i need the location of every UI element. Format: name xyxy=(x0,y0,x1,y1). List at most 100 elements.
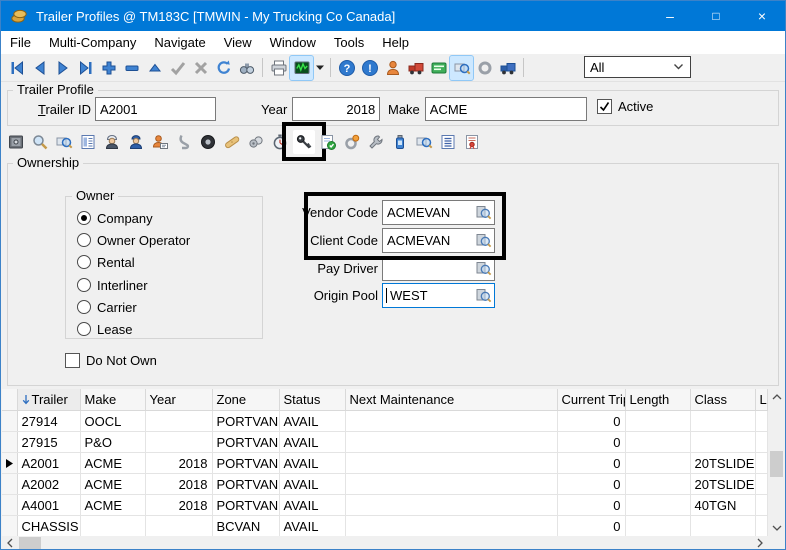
radio-carrier[interactable]: Carrier xyxy=(77,299,137,315)
radio-owner-operator-circle[interactable] xyxy=(77,233,91,247)
key-icon[interactable] xyxy=(293,130,315,154)
cell-current-trip[interactable]: 0 xyxy=(557,453,625,474)
minimize-button[interactable]: – xyxy=(647,1,693,31)
trailer-id-input[interactable] xyxy=(95,97,216,121)
driver-person-icon[interactable] xyxy=(381,56,404,80)
system-monitor-icon[interactable] xyxy=(290,56,313,80)
vertical-scroll-thumb[interactable] xyxy=(770,451,783,477)
add-record-icon[interactable] xyxy=(97,56,120,80)
cell-year[interactable]: 2018 xyxy=(145,495,212,516)
menu-item-tools[interactable]: Tools xyxy=(325,32,373,53)
cell-next-maintenance[interactable] xyxy=(345,411,557,432)
cell-zone[interactable]: BCVAN xyxy=(212,516,279,537)
cell-length[interactable] xyxy=(625,495,690,516)
safe-icon[interactable] xyxy=(5,130,27,154)
cell-next-maintenance[interactable] xyxy=(345,453,557,474)
cell-trailer[interactable]: 27914 xyxy=(17,411,80,432)
cell-year[interactable]: 2018 xyxy=(145,453,212,474)
grid-row-27914[interactable]: 27914OOCLPORTVANAVAIL0 xyxy=(2,411,767,432)
radio-rental[interactable]: Rental xyxy=(77,254,135,270)
seat-hook-icon[interactable] xyxy=(173,130,195,154)
radio-rental-circle[interactable] xyxy=(77,255,91,269)
radio-interliner-circle[interactable] xyxy=(77,278,91,292)
cancel-x-icon[interactable] xyxy=(189,56,212,80)
cell-current-trip[interactable]: 0 xyxy=(557,411,625,432)
column-header-year[interactable]: Year xyxy=(145,389,212,411)
cell-make[interactable]: ACME xyxy=(80,474,145,495)
close-button[interactable]: × xyxy=(739,1,785,31)
make-input[interactable] xyxy=(425,97,587,121)
tractor-truck-icon[interactable] xyxy=(404,56,427,80)
menu-item-navigate[interactable]: Navigate xyxy=(145,32,214,53)
pilot-person-icon[interactable] xyxy=(101,130,123,154)
cell-make[interactable] xyxy=(80,516,145,537)
cell-year[interactable] xyxy=(145,432,212,453)
cell-make[interactable]: ACME xyxy=(80,495,145,516)
cell-status[interactable]: AVAIL xyxy=(279,495,345,516)
cell-year[interactable] xyxy=(145,411,212,432)
column-header-status[interactable]: Status xyxy=(279,389,345,411)
cell-trailer[interactable]: CHASSIS xyxy=(17,516,80,537)
cell-status[interactable]: AVAIL xyxy=(279,411,345,432)
cell-status[interactable]: AVAIL xyxy=(279,474,345,495)
menu-item-view[interactable]: View xyxy=(215,32,261,53)
list-report-icon[interactable] xyxy=(437,130,459,154)
year-input[interactable] xyxy=(292,97,380,121)
certificate-icon[interactable] xyxy=(461,130,483,154)
cell-year[interactable]: 2018 xyxy=(145,474,212,495)
cell-class[interactable]: 40TGN xyxy=(690,495,755,516)
cell-l[interactable] xyxy=(755,474,767,495)
radio-company[interactable]: Company xyxy=(77,210,153,226)
cell-current-trip[interactable]: 0 xyxy=(557,474,625,495)
cell-current-trip[interactable]: 0 xyxy=(557,432,625,453)
cell-current-trip[interactable]: 0 xyxy=(557,516,625,537)
nav-last-icon[interactable] xyxy=(74,56,97,80)
cell-make[interactable]: ACME xyxy=(80,453,145,474)
cell-length[interactable] xyxy=(625,516,690,537)
horizontal-scroll-thumb[interactable] xyxy=(19,537,41,549)
menu-item-help[interactable]: Help xyxy=(373,32,418,53)
do-not-own-checkbox[interactable] xyxy=(65,353,80,368)
radio-lease[interactable]: Lease xyxy=(77,321,132,337)
grid-row-a2002[interactable]: A2002ACME2018PORTVANAVAIL020TSLIDE xyxy=(2,474,767,495)
cell-length[interactable] xyxy=(625,432,690,453)
cell-year[interactable] xyxy=(145,516,212,537)
maximize-button[interactable]: □ xyxy=(693,1,739,31)
find-binoculars-icon[interactable] xyxy=(235,56,258,80)
horizontal-scrollbar[interactable] xyxy=(2,536,768,550)
grid-row-a2001[interactable]: A2001ACME2018PORTVANAVAIL020TSLIDE xyxy=(2,453,767,474)
about-alert-icon[interactable]: ! xyxy=(358,56,381,80)
radio-lease-circle[interactable] xyxy=(77,322,91,336)
radio-interliner[interactable]: Interliner xyxy=(77,277,148,293)
menu-item-multi-company[interactable]: Multi-Company xyxy=(40,32,145,53)
trailer-lookup-icon[interactable] xyxy=(450,56,473,80)
trailer-lookup-icon[interactable] xyxy=(53,130,75,154)
column-header-current-trip[interactable]: Current Trip xyxy=(557,389,625,411)
dropdown-caret-icon[interactable] xyxy=(313,56,326,80)
cell-zone[interactable]: PORTVAN xyxy=(212,495,279,516)
origin-pool-lookup-icon[interactable] xyxy=(475,287,492,304)
cell-next-maintenance[interactable] xyxy=(345,432,557,453)
cell-status[interactable]: AVAIL xyxy=(279,516,345,537)
tire-icon[interactable] xyxy=(197,130,219,154)
cell-l[interactable] xyxy=(755,411,767,432)
radio-carrier-circle[interactable] xyxy=(77,300,91,314)
client-code-lookup-icon[interactable] xyxy=(475,232,492,249)
menu-item-file[interactable]: File xyxy=(1,32,40,53)
person-card-icon[interactable] xyxy=(149,130,171,154)
row-selector[interactable] xyxy=(2,411,17,432)
collapse-up-icon[interactable] xyxy=(143,56,166,80)
cell-class[interactable] xyxy=(690,516,755,537)
pay-driver-lookup-icon[interactable] xyxy=(475,260,492,277)
bandage-icon[interactable] xyxy=(221,130,243,154)
column-header-trailer[interactable]: Trailer xyxy=(17,389,80,411)
cell-trailer[interactable]: A2001 xyxy=(17,453,80,474)
cell-class[interactable]: 20TSLIDE xyxy=(690,453,755,474)
cell-length[interactable] xyxy=(625,411,690,432)
hitch-ring-icon[interactable] xyxy=(473,56,496,80)
cell-zone[interactable]: PORTVAN xyxy=(212,453,279,474)
column-header-l[interactable]: L xyxy=(755,389,767,411)
jug-icon[interactable] xyxy=(389,130,411,154)
trailer-lookup-icon[interactable] xyxy=(413,130,435,154)
column-header-class[interactable]: Class xyxy=(690,389,755,411)
